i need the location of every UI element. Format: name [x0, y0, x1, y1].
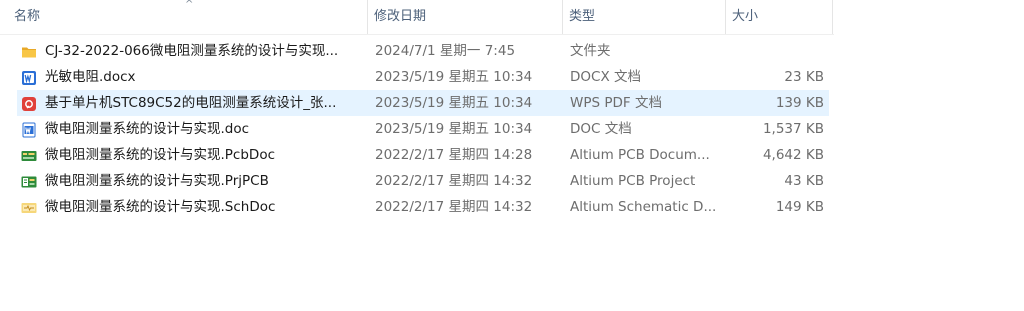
file-size: 43 KB — [784, 173, 824, 189]
file-size: 149 KB — [775, 199, 824, 215]
file-row[interactable]: 光敏电阻.docx 2023/5/19 星期五 10:34 DOCX 文档 23… — [17, 64, 829, 90]
column-header-type-label: 类型 — [569, 9, 596, 24]
file-type: WPS PDF 文档 — [570, 95, 662, 111]
column-header-date[interactable]: 修改日期 — [368, 0, 563, 34]
altium-project-icon — [21, 173, 37, 189]
column-header-name-label: 名称 — [14, 9, 41, 24]
file-name: 微电阻测量系统的设计与实现.doc — [45, 121, 250, 137]
file-list: CJ-32-2022-066微电阻测量系统的设计与实现... 2024/7/1 … — [0, 38, 834, 220]
file-type: Altium Schematic D... — [570, 199, 717, 215]
word-doc-icon — [21, 121, 37, 138]
column-header-bar: 名称 ^ 修改日期 类型 大小 — [0, 0, 834, 35]
file-date: 2024/7/1 星期一 7:45 — [375, 43, 516, 59]
sort-ascending-icon: ^ — [185, 0, 194, 10]
file-size: 23 KB — [784, 69, 824, 85]
file-name: 基于单片机STC89C52的电阻测量系统设计_张... — [45, 95, 337, 111]
file-date: 2023/5/19 星期五 10:34 — [375, 95, 533, 111]
file-type: DOCX 文档 — [570, 69, 641, 85]
file-row[interactable]: 微电阻测量系统的设计与实现.PcbDoc 2022/2/17 星期四 14:28… — [17, 142, 829, 168]
column-header-size-label: 大小 — [732, 9, 759, 24]
file-row-selected[interactable]: 基于单片机STC89C52的电阻测量系统设计_张... 2023/5/19 星期… — [17, 90, 829, 116]
folder-icon — [21, 43, 37, 59]
file-row[interactable]: 微电阻测量系统的设计与实现.doc 2023/5/19 星期五 10:34 DO… — [17, 116, 829, 142]
wps-pdf-icon — [21, 95, 37, 111]
file-type: 文件夹 — [570, 43, 611, 59]
column-header-type[interactable]: 类型 — [563, 0, 726, 34]
file-type: Altium PCB Project — [570, 173, 696, 189]
word-docx-icon — [21, 69, 37, 85]
column-header-date-label: 修改日期 — [374, 9, 427, 24]
file-size: 1,537 KB — [762, 121, 824, 137]
file-date: 2022/2/17 星期四 14:28 — [375, 147, 533, 163]
file-date: 2022/2/17 星期四 14:32 — [375, 173, 533, 189]
file-name: 微电阻测量系统的设计与实现.PcbDoc — [45, 147, 276, 163]
file-name: 微电阻测量系统的设计与实现.PrjPCB — [45, 173, 269, 189]
file-type: Altium PCB Docum... — [570, 147, 710, 163]
column-header-size[interactable]: 大小 — [726, 0, 833, 34]
file-row[interactable]: CJ-32-2022-066微电阻测量系统的设计与实现... 2024/7/1 … — [17, 38, 829, 64]
file-type: DOC 文档 — [570, 121, 632, 137]
file-date: 2023/5/19 星期五 10:34 — [375, 121, 533, 137]
file-date: 2023/5/19 星期五 10:34 — [375, 69, 533, 85]
file-date: 2022/2/17 星期四 14:32 — [375, 199, 533, 215]
file-row[interactable]: 微电阻测量系统的设计与实现.PrjPCB 2022/2/17 星期四 14:32… — [17, 168, 829, 194]
file-name: CJ-32-2022-066微电阻测量系统的设计与实现... — [45, 43, 339, 59]
altium-pcb-icon — [21, 147, 37, 163]
file-size: 139 KB — [775, 95, 824, 111]
file-name: 光敏电阻.docx — [45, 69, 136, 85]
file-name: 微电阻测量系统的设计与实现.SchDoc — [45, 199, 276, 215]
file-row[interactable]: 微电阻测量系统的设计与实现.SchDoc 2022/2/17 星期四 14:32… — [17, 194, 829, 220]
column-header-name[interactable]: 名称 ^ — [0, 0, 368, 34]
file-size: 4,642 KB — [762, 147, 824, 163]
file-explorer: 名称 ^ 修改日期 类型 大小 CJ-32-2022-066微电阻测量系统的设计… — [0, 0, 1024, 311]
altium-schematic-icon — [21, 199, 37, 215]
